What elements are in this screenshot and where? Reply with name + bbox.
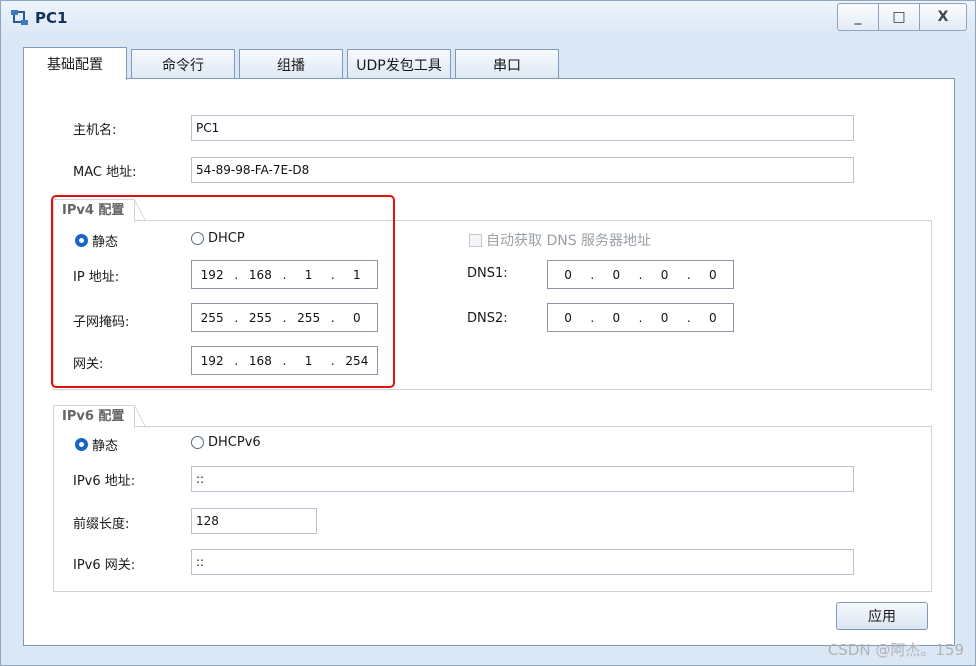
auto-dns-checkbox[interactable]: 自动获取 DNS 服务器地址 bbox=[469, 230, 651, 250]
dns1-octet: 0 bbox=[709, 267, 717, 282]
ipv6-address-input[interactable]: :: bbox=[191, 466, 854, 492]
mac-label: MAC 地址: bbox=[73, 165, 137, 180]
tab-bar: 基础配置 命令行 组播 UDP发包工具 串口 bbox=[23, 47, 563, 80]
ipv6-static-label: 静态 bbox=[92, 439, 119, 454]
tab-multicast[interactable]: 组播 bbox=[239, 49, 343, 80]
radio-selected-icon bbox=[75, 438, 88, 451]
apply-button[interactable]: 应用 bbox=[836, 602, 928, 630]
tab-udp-tool[interactable]: UDP发包工具 bbox=[347, 49, 451, 80]
tab-command-line[interactable]: 命令行 bbox=[131, 49, 235, 80]
window-title: PC1 bbox=[35, 9, 68, 27]
hostname-input[interactable]: PC1 bbox=[191, 115, 854, 141]
annotation-highlight-box bbox=[51, 195, 395, 388]
ipv6-dhcp-label: DHCPv6 bbox=[208, 435, 261, 450]
dns1-label: DNS1: bbox=[467, 266, 508, 281]
network-device-icon bbox=[11, 10, 28, 25]
close-button[interactable]: X bbox=[919, 4, 966, 30]
mac-input[interactable]: 54-89-98-FA-7E-D8 bbox=[191, 157, 854, 183]
dns2-octet: 0 bbox=[612, 310, 621, 325]
checkbox-icon bbox=[469, 233, 482, 247]
hostname-label: 主机名: bbox=[73, 123, 117, 138]
ipv6-address-label: IPv6 地址: bbox=[73, 474, 136, 489]
tab-serial[interactable]: 串口 bbox=[455, 49, 559, 80]
minimize-button[interactable]: _ bbox=[838, 4, 878, 30]
dns2-octet: 0 bbox=[709, 310, 717, 325]
ipv6-gateway-label: IPv6 网关: bbox=[73, 558, 136, 573]
prefix-length-label: 前缀长度: bbox=[73, 517, 130, 532]
dns2-label: DNS2: bbox=[467, 311, 508, 326]
dns2-input[interactable]: 0. 0. 0. 0 bbox=[547, 303, 734, 332]
dns2-octet: 0 bbox=[660, 310, 669, 325]
dns1-octet: 0 bbox=[612, 267, 621, 282]
ipv6-gateway-input[interactable]: :: bbox=[191, 549, 854, 575]
window-controls: _ □ X bbox=[837, 3, 967, 31]
tab-basic-config[interactable]: 基础配置 bbox=[23, 47, 127, 80]
dns1-octet: 0 bbox=[660, 267, 669, 282]
ipv6-group-title: IPv6 配置 bbox=[53, 405, 147, 428]
auto-dns-label: 自动获取 DNS 服务器地址 bbox=[486, 233, 652, 249]
dns1-input[interactable]: 0. 0. 0. 0 bbox=[547, 260, 734, 289]
ipv6-dhcp-radio[interactable]: DHCPv6 bbox=[191, 435, 261, 450]
watermark-text: CSDN @阿杰。159 bbox=[827, 641, 964, 659]
dns1-octet: 0 bbox=[564, 267, 572, 282]
radio-unselected-icon bbox=[191, 436, 204, 449]
maximize-button[interactable]: □ bbox=[878, 4, 919, 30]
title-bar[interactable]: PC1 _ □ X bbox=[1, 1, 975, 35]
prefix-length-input[interactable]: 128 bbox=[191, 508, 317, 534]
ipv6-static-radio[interactable]: 静态 bbox=[75, 435, 118, 454]
dns2-octet: 0 bbox=[564, 310, 572, 325]
